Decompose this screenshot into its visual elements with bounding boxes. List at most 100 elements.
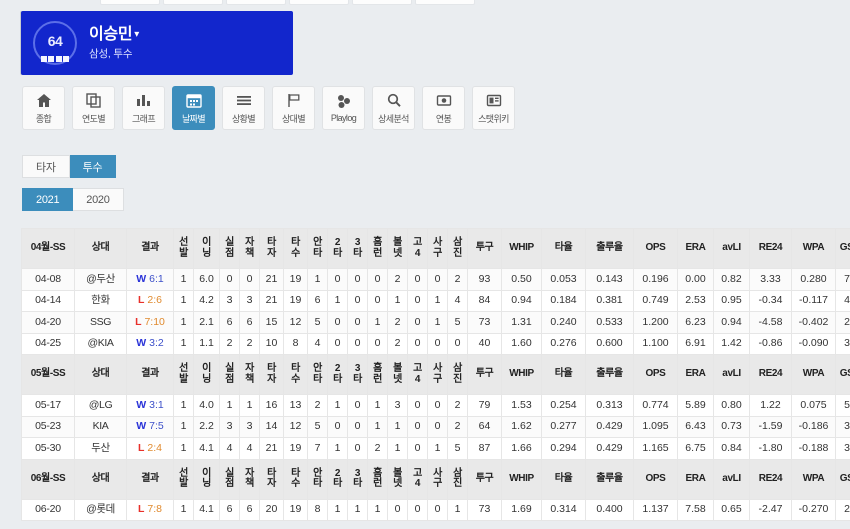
column-header-result[interactable]: 결과 bbox=[126, 458, 174, 500]
column-header-gsc[interactable]: GSC bbox=[835, 228, 850, 269]
column-header-tpl[interactable]: 3타 bbox=[347, 354, 368, 395]
tab-그래프[interactable]: 그래프 bbox=[122, 86, 165, 130]
tab-종합[interactable]: 종합 bbox=[22, 86, 65, 130]
tab-상황별[interactable]: 상황별 bbox=[222, 86, 265, 130]
table-row[interactable]: 06-20 @롯데 L 7:8 1 4.1 6 6 20 19 8 1 1 1 0 0 0 1 73 1.69 0.3… bbox=[21, 498, 850, 521]
table-row[interactable]: 04-25 @KIA W 3:2 1 1.1 2 2 10 8 4 0 0 0 2 0 0 0 40 1.60 0.2… bbox=[21, 332, 850, 355]
column-header-tpl[interactable]: 3타 bbox=[347, 228, 368, 269]
column-header-gs[interactable]: 선발 bbox=[173, 458, 194, 500]
column-header-np[interactable]: 투구 bbox=[467, 458, 502, 500]
column-header-hbp[interactable]: 사구 bbox=[427, 458, 448, 500]
table-row[interactable]: 05-17 @LG W 3:1 1 4.0 1 1 16 13 2 1 0 1 3 0 0 2 79 1.53 0.2… bbox=[21, 394, 850, 417]
tab-playlog[interactable]: Playlog bbox=[322, 86, 365, 130]
column-header-r[interactable]: 실점 bbox=[219, 354, 240, 395]
chevron-down-icon[interactable]: ▾ bbox=[134, 29, 139, 40]
column-header-era[interactable]: ERA bbox=[677, 458, 714, 500]
column-header-hbp[interactable]: 사구 bbox=[427, 354, 448, 395]
cell-opponent[interactable]: @롯데 bbox=[74, 498, 127, 521]
column-header-gsc[interactable]: GSC bbox=[835, 354, 850, 395]
section-month-label[interactable]: 06월-SS bbox=[21, 458, 75, 500]
tab-연봉[interactable]: 연봉 bbox=[422, 86, 465, 130]
column-header-bb[interactable]: 볼넷 bbox=[387, 458, 408, 500]
column-header-result[interactable]: 결과 bbox=[126, 354, 174, 395]
column-header-opp[interactable]: 상대 bbox=[74, 354, 127, 395]
column-header-bf[interactable]: 타자 bbox=[259, 458, 284, 500]
column-header-avg[interactable]: 타율 bbox=[541, 458, 586, 500]
section-month-label[interactable]: 04월-SS bbox=[21, 228, 75, 269]
column-header-ab[interactable]: 타수 bbox=[283, 458, 308, 500]
column-header-tpl[interactable]: 3타 bbox=[347, 458, 368, 500]
column-header-er[interactable]: 자책 bbox=[239, 458, 260, 500]
column-header-np[interactable]: 투구 bbox=[467, 354, 502, 395]
column-header-h[interactable]: 안타 bbox=[307, 228, 328, 269]
table-row[interactable]: 05-30 두산 L 2:4 1 4.1 4 4 21 19 7 1 0 2 1 0 1 5 87 1.66 0.29… bbox=[21, 437, 850, 460]
column-header-ip[interactable]: 이닝 bbox=[193, 354, 220, 395]
column-header-hr[interactable]: 홈런 bbox=[367, 228, 388, 269]
column-header-hr[interactable]: 홈런 bbox=[367, 354, 388, 395]
column-header-r[interactable]: 실점 bbox=[219, 458, 240, 500]
column-header-ibb[interactable]: 고4 bbox=[407, 458, 428, 500]
cell-opponent[interactable]: 한화 bbox=[74, 289, 127, 312]
filter-batter[interactable]: 타자 bbox=[22, 155, 70, 178]
column-header-dbl[interactable]: 2타 bbox=[327, 458, 348, 500]
column-header-ops[interactable]: OPS bbox=[633, 458, 678, 500]
column-header-h[interactable]: 안타 bbox=[307, 458, 328, 500]
column-header-obp[interactable]: 출루율 bbox=[585, 228, 634, 269]
column-header-ip[interactable]: 이닝 bbox=[193, 228, 220, 269]
column-header-gs[interactable]: 선발 bbox=[173, 228, 194, 269]
column-header-obp[interactable]: 출루율 bbox=[585, 354, 634, 395]
column-header-result[interactable]: 결과 bbox=[126, 228, 174, 269]
column-header-so[interactable]: 삼진 bbox=[447, 458, 468, 500]
column-header-hr[interactable]: 홈런 bbox=[367, 458, 388, 500]
tab-날짜별[interactable]: 날짜별 bbox=[172, 86, 215, 130]
filter-season-2021[interactable]: 2021 bbox=[22, 188, 74, 211]
column-header-dbl[interactable]: 2타 bbox=[327, 354, 348, 395]
column-header-avli[interactable]: avLI bbox=[713, 354, 750, 395]
column-header-re24[interactable]: RE24 bbox=[749, 354, 792, 395]
cell-opponent[interactable]: KIA bbox=[74, 415, 127, 438]
column-header-dbl[interactable]: 2타 bbox=[327, 228, 348, 269]
table-row[interactable]: 05-23 KIA W 7:5 1 2.2 3 3 14 12 5 0 0 1 1 0 0 2 64 1.62 0.2… bbox=[21, 415, 850, 438]
table-row[interactable]: 04-08 @두산 W 6:1 1 6.0 0 0 21 19 1 0 0 0 2 0 0 2 93 0.50 0.0… bbox=[21, 268, 850, 291]
column-header-so[interactable]: 삼진 bbox=[447, 354, 468, 395]
column-header-avli[interactable]: avLI bbox=[713, 228, 750, 269]
column-header-era[interactable]: ERA bbox=[677, 354, 714, 395]
filter-season-2020[interactable]: 2020 bbox=[73, 188, 124, 211]
column-header-ibb[interactable]: 고4 bbox=[407, 354, 428, 395]
column-header-era[interactable]: ERA bbox=[677, 228, 714, 269]
column-header-whip[interactable]: WHIP bbox=[501, 458, 542, 500]
column-header-ibb[interactable]: 고4 bbox=[407, 228, 428, 269]
column-header-avg[interactable]: 타율 bbox=[541, 354, 586, 395]
tab-상세분석[interactable]: 상세분석 bbox=[372, 86, 415, 130]
column-header-whip[interactable]: WHIP bbox=[501, 228, 542, 269]
column-header-ops[interactable]: OPS bbox=[633, 354, 678, 395]
column-header-h[interactable]: 안타 bbox=[307, 354, 328, 395]
column-header-bb[interactable]: 볼넷 bbox=[387, 354, 408, 395]
column-header-wpa[interactable]: WPA bbox=[791, 458, 836, 500]
column-header-re24[interactable]: RE24 bbox=[749, 228, 792, 269]
column-header-whip[interactable]: WHIP bbox=[501, 354, 542, 395]
column-header-bb[interactable]: 볼넷 bbox=[387, 228, 408, 269]
column-header-er[interactable]: 자책 bbox=[239, 354, 260, 395]
table-row[interactable]: 04-20 SSG L 7:10 1 2.1 6 6 15 12 5 0 0 1 2 0 1 5 73 1.31 0.… bbox=[21, 311, 850, 334]
column-header-avg[interactable]: 타율 bbox=[541, 228, 586, 269]
column-header-so[interactable]: 삼진 bbox=[447, 228, 468, 269]
cell-opponent[interactable]: SSG bbox=[74, 311, 127, 334]
tab-스탯위키[interactable]: 스탯위키 bbox=[472, 86, 515, 130]
section-month-label[interactable]: 05월-SS bbox=[21, 354, 75, 395]
cell-opponent[interactable]: 두산 bbox=[74, 437, 127, 460]
cell-opponent[interactable]: @두산 bbox=[74, 268, 127, 291]
tab-상대별[interactable]: 상대별 bbox=[272, 86, 315, 130]
column-header-er[interactable]: 자책 bbox=[239, 228, 260, 269]
table-row[interactable]: 04-14 한화 L 2:6 1 4.2 3 3 21 19 6 1 0 0 1 0 1 4 84 0.94 0.18… bbox=[21, 289, 850, 312]
column-header-opp[interactable]: 상대 bbox=[74, 458, 127, 500]
column-header-np[interactable]: 투구 bbox=[467, 228, 502, 269]
filter-pitcher[interactable]: 투수 bbox=[69, 155, 117, 178]
column-header-ab[interactable]: 타수 bbox=[283, 354, 308, 395]
player-name-row[interactable]: 이승민 ▾ bbox=[89, 26, 139, 44]
column-header-gsc[interactable]: GSC bbox=[835, 458, 850, 500]
cell-opponent[interactable]: @LG bbox=[74, 394, 127, 417]
column-header-r[interactable]: 실점 bbox=[219, 228, 240, 269]
cell-opponent[interactable]: @KIA bbox=[74, 332, 127, 355]
column-header-opp[interactable]: 상대 bbox=[74, 228, 127, 269]
